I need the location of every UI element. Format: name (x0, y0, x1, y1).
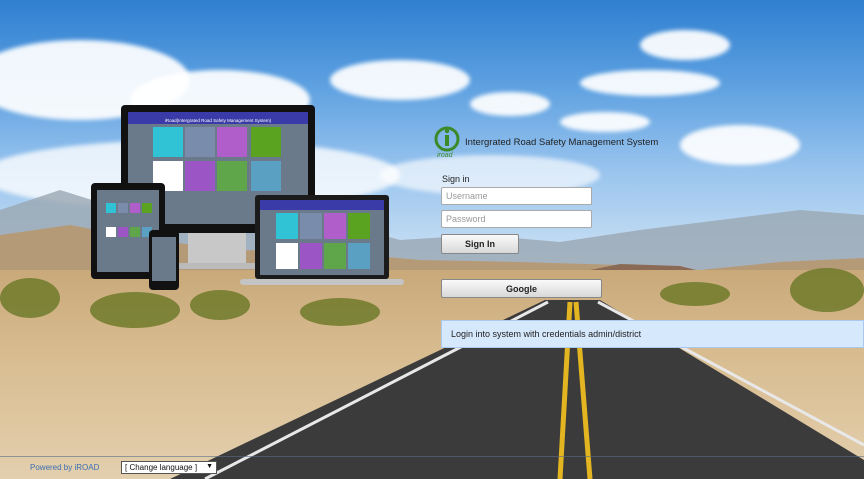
logo-caption: iroad (437, 152, 453, 159)
google-signin-button[interactable]: Google (441, 279, 602, 298)
laptop (240, 195, 404, 285)
phone (149, 230, 179, 290)
signin-heading: Sign in (442, 174, 470, 184)
footer-divider (0, 456, 864, 457)
username-input[interactable] (441, 187, 592, 205)
device-banner-text: iRoad(Intergrated Road Safety Management… (165, 118, 272, 123)
language-select[interactable]: [ Change language ] ▼ (121, 461, 217, 474)
signin-button[interactable]: Sign In (441, 234, 519, 254)
dropdown-arrow-icon: ▼ (206, 463, 213, 470)
devices-illustration: iRoad(Intergrated Road Safety Management… (91, 105, 404, 290)
iroad-logo-icon (434, 126, 460, 152)
powered-by-link[interactable]: Powered by iROAD (30, 463, 99, 472)
language-select-value: [ Change language ] (125, 463, 198, 472)
login-info-text: Login into system with credentials admin… (451, 329, 642, 339)
login-info-message: Login into system with credentials admin… (441, 320, 864, 348)
app-title: Intergrated Road Safety Management Syste… (465, 137, 659, 148)
password-input[interactable] (441, 210, 592, 228)
